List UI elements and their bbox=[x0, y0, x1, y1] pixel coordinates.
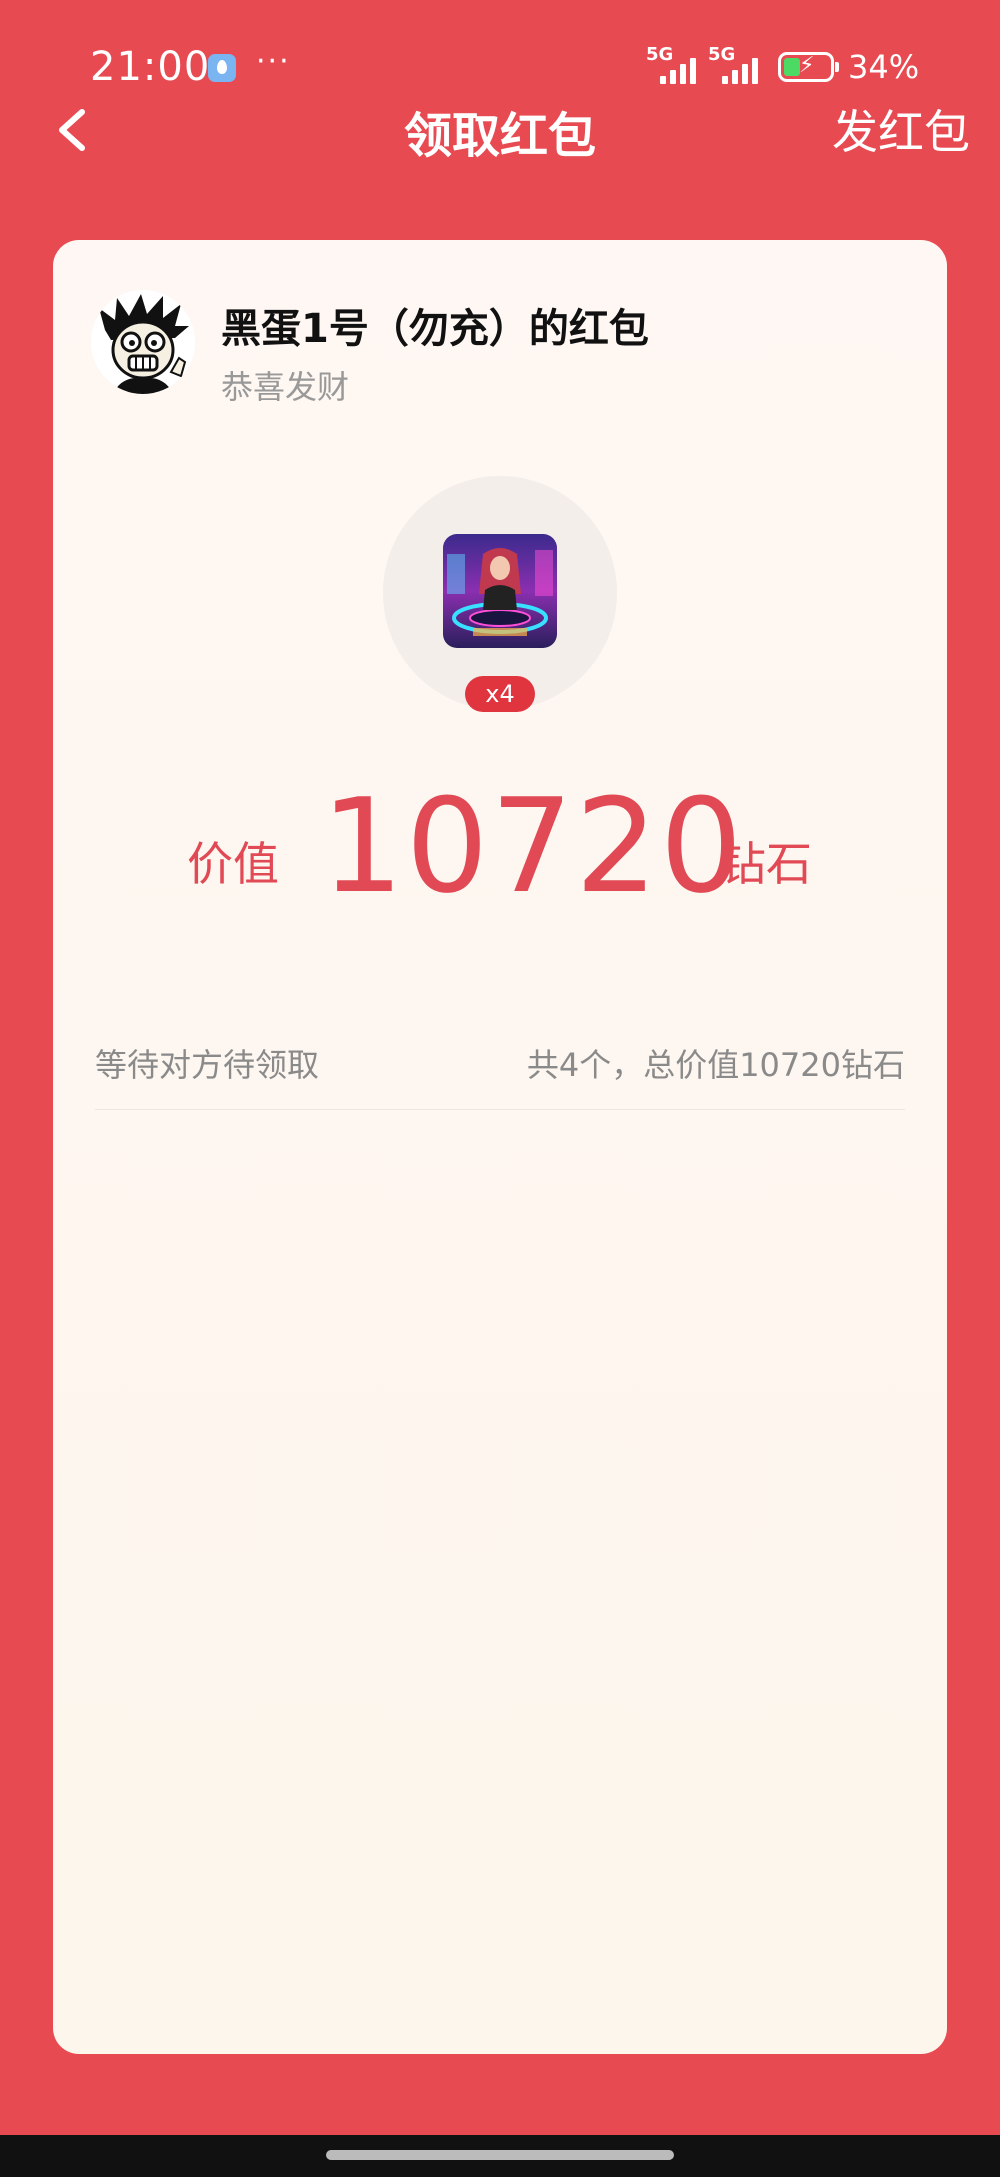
notification-app-icon bbox=[208, 54, 236, 82]
status-time: 21:00 bbox=[90, 44, 211, 90]
battery-icon: ⚡ bbox=[778, 52, 839, 82]
value-amount: 10720 bbox=[321, 770, 745, 922]
sender-avatar[interactable] bbox=[91, 290, 195, 394]
value-prefix: 价值 bbox=[187, 837, 279, 891]
packet-summary-text: 共4个，总价值10720钻石 bbox=[526, 1046, 905, 1084]
red-packet-card: 黑蛋1号（勿充）的红包 恭喜发财 x4 价值 10720 钻石 等待对方待领取 … bbox=[53, 240, 947, 2054]
blessing-text: 恭喜发财 bbox=[221, 368, 350, 406]
cellular-signal-1-icon: 5G bbox=[646, 44, 706, 84]
home-indicator[interactable] bbox=[326, 2150, 674, 2160]
gift-display bbox=[383, 476, 617, 710]
value-unit: 钻石 bbox=[720, 837, 812, 891]
claim-status-row: 等待对方待领取 共4个，总价值10720钻石 bbox=[95, 1040, 905, 1110]
cellular-signal-2-icon: 5G bbox=[708, 44, 768, 84]
gift-image bbox=[443, 534, 557, 648]
claim-status-text: 等待对方待领取 bbox=[95, 1046, 320, 1084]
more-notifications-icon: ··· bbox=[256, 44, 291, 79]
send-red-packet-button[interactable]: 发红包 bbox=[832, 96, 970, 162]
battery-percent: 34% bbox=[848, 48, 920, 86]
gift-quantity-badge: x4 bbox=[465, 676, 535, 712]
sender-name: 黑蛋1号（勿充）的红包 bbox=[221, 306, 649, 352]
value-display: 价值 10720 钻石 bbox=[53, 770, 947, 922]
